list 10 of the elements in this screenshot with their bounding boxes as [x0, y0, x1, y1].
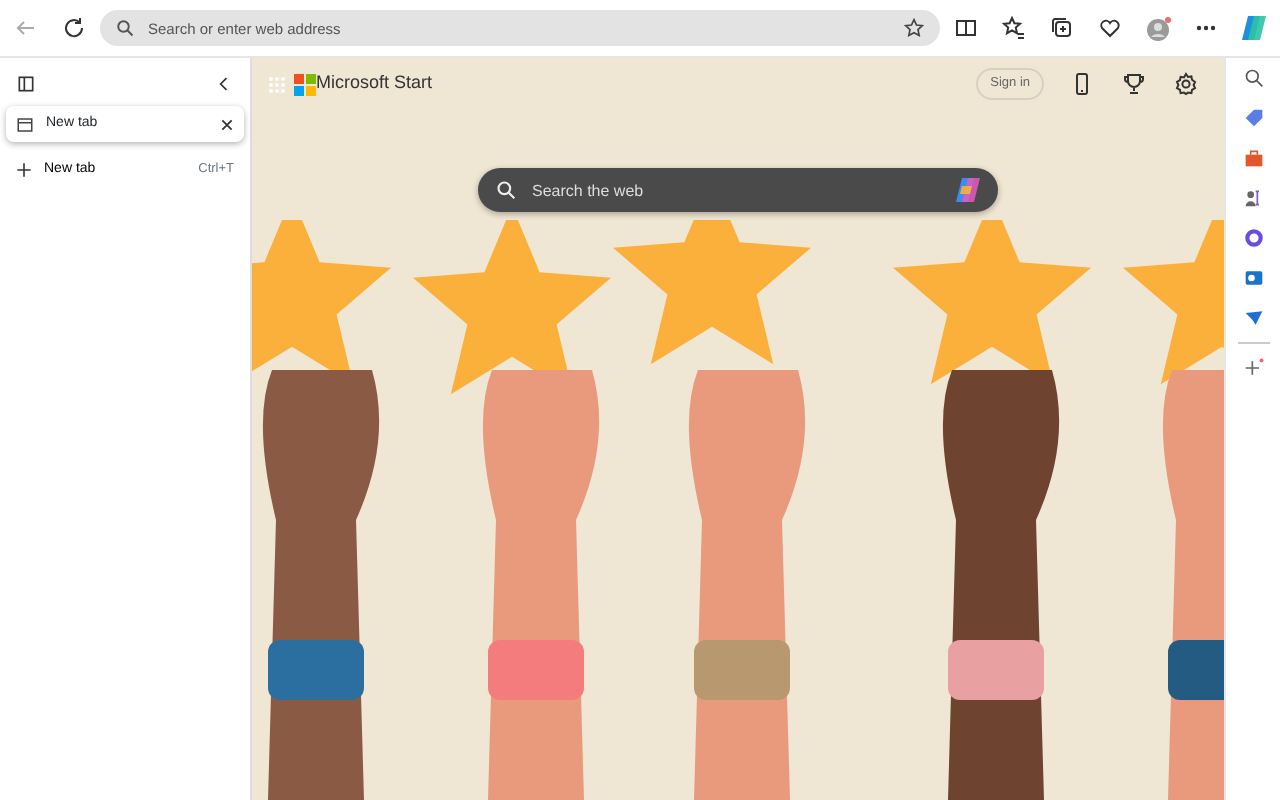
close-icon[interactable] [220, 117, 234, 131]
plus-icon [16, 162, 32, 178]
brand-name[interactable]: Microsoft Start [316, 70, 969, 98]
copilot-icon[interactable] [954, 176, 982, 204]
search-icon [116, 19, 134, 37]
search-field[interactable]: Search the web [478, 168, 998, 212]
logo-icon [294, 73, 316, 95]
star-icon[interactable] [904, 18, 924, 38]
page-icon [16, 115, 34, 133]
search-icon [496, 180, 516, 200]
